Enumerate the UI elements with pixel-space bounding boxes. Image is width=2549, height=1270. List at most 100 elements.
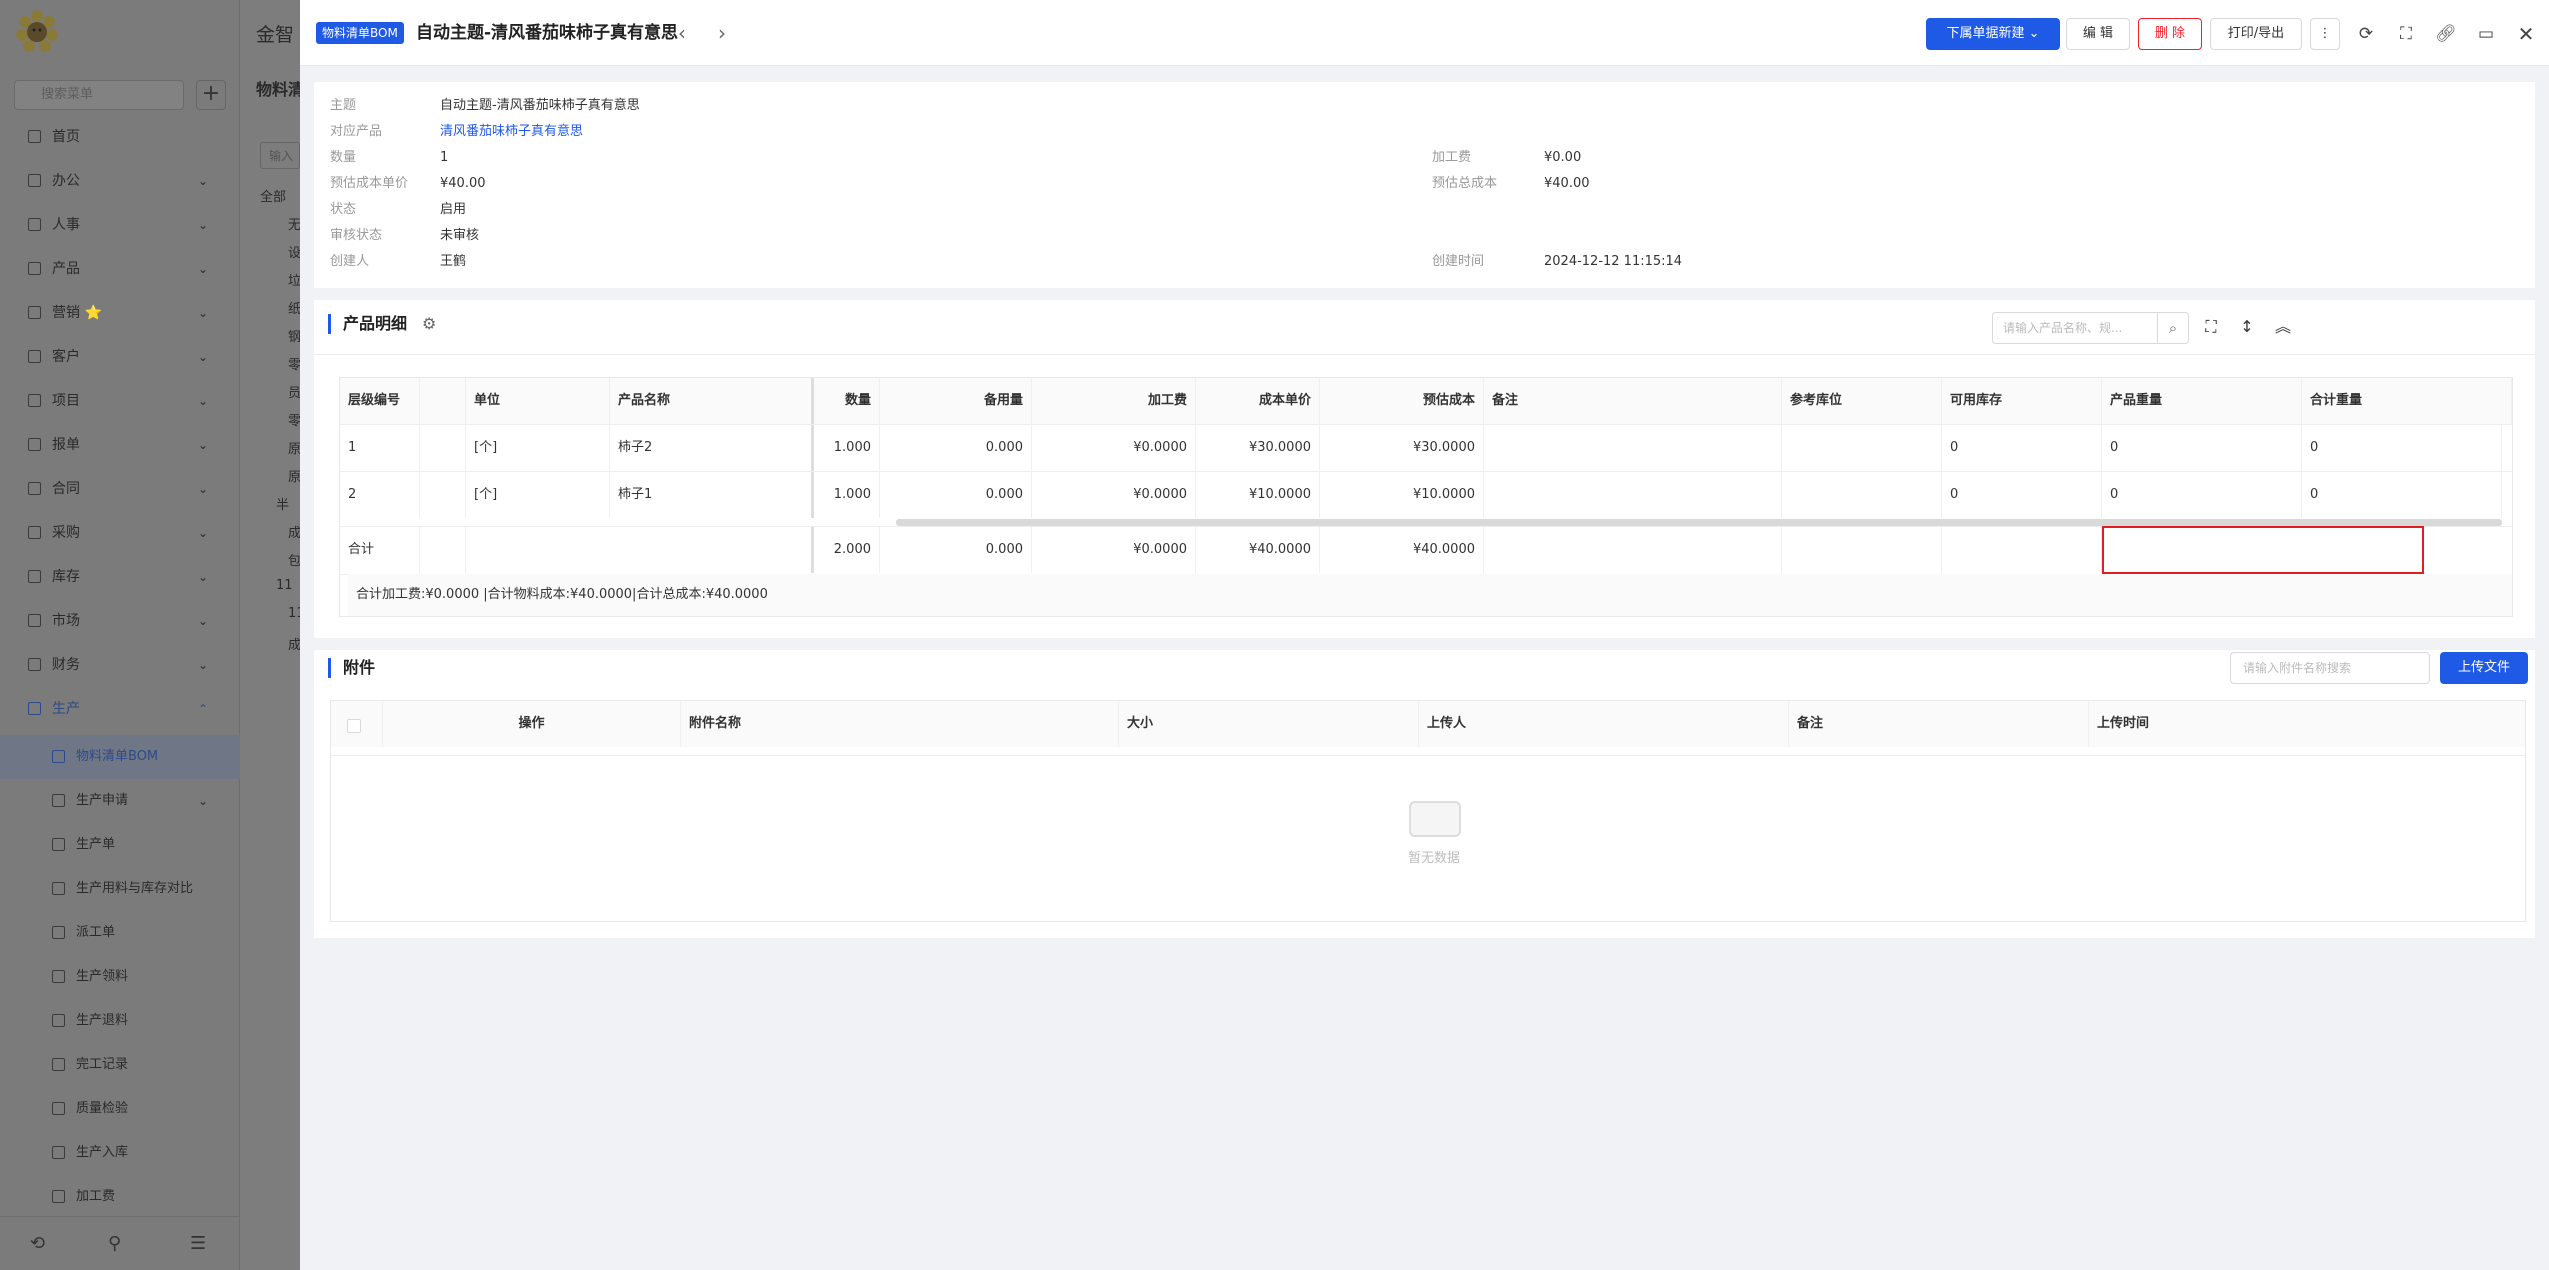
org-icon[interactable]: ⚲: [108, 1233, 121, 1254]
sidebar-subitem-order[interactable]: 生产单: [0, 823, 240, 867]
column-header[interactable]: 备注: [1789, 701, 2089, 747]
column-header[interactable]: 备用量: [880, 378, 1032, 424]
qty-cell: 1.000: [814, 472, 880, 518]
column-header[interactable]: 可用库存: [1942, 378, 2102, 424]
column-header[interactable]: 上传人: [1419, 701, 1789, 747]
chevron-down-icon: ⌄: [2028, 26, 2040, 41]
empty-state-text: 暂无数据: [1407, 851, 1460, 866]
column-header[interactable]: 产品重量: [2102, 378, 2302, 424]
request-icon: [52, 794, 65, 807]
column-header[interactable]: 大小: [1119, 701, 1419, 747]
sidebar-subitem-dispatch[interactable]: 派工单: [0, 911, 240, 955]
sidebar-item-label: 财务: [52, 657, 80, 673]
sidebar-item-label: 完工记录: [76, 1057, 129, 1072]
project-icon: [28, 394, 41, 407]
column-header[interactable]: 加工费: [1032, 378, 1196, 424]
subject-value: 自动主题-清风番茄味柿子真有意思: [440, 98, 640, 113]
sidebar-subitem-fee[interactable]: 加工费: [0, 1175, 240, 1219]
sidebar-item-inventory[interactable]: 库存 ⌄: [0, 555, 240, 599]
product-name-link[interactable]: 柿子2: [610, 425, 814, 471]
sidebar-subitem-quality[interactable]: 质量检验: [0, 1087, 240, 1131]
sidebar-subitem-return[interactable]: 生产退料: [0, 999, 240, 1043]
fullscreen-icon[interactable]: ⛶: [2394, 22, 2418, 46]
sidebar-item-marketing[interactable]: 营销 ⭐ ⌄: [0, 291, 240, 335]
sidebar-subitem-request[interactable]: 生产申请 ⌄: [0, 779, 240, 823]
inventory-icon: [28, 570, 41, 583]
sidebar-item-product[interactable]: 产品 ⌄: [0, 247, 240, 291]
product-name-link[interactable]: 柿子1: [610, 472, 814, 518]
previous-record-icon[interactable]: ‹: [678, 20, 686, 46]
next-record-icon[interactable]: ›: [718, 20, 726, 46]
sidebar-add-button[interactable]: +: [196, 80, 226, 110]
collapse-up-icon[interactable]: ︽: [2270, 314, 2296, 340]
sidebar-search-input[interactable]: 搜索菜单: [14, 80, 184, 110]
status-label: 状态: [330, 202, 357, 217]
close-icon[interactable]: ✕: [2514, 22, 2538, 46]
total-weight-cell: 0: [2302, 425, 2502, 471]
select-all-checkbox[interactable]: [347, 719, 361, 733]
edit-button[interactable]: 编 辑: [2066, 18, 2130, 50]
column-header[interactable]: 成本单价: [1196, 378, 1320, 424]
upload-file-button[interactable]: 上传文件: [2440, 652, 2528, 684]
column-header[interactable]: 操作: [383, 701, 681, 747]
print-export-button[interactable]: 打印/导出: [2210, 18, 2302, 50]
horizontal-scrollbar[interactable]: [896, 519, 2502, 526]
column-header[interactable]: 上传时间: [2089, 701, 2525, 747]
column-header[interactable]: 数量: [814, 378, 880, 424]
sidebar-item-contract[interactable]: 合同 ⌄: [0, 467, 240, 511]
column-header[interactable]: 合计重量: [2302, 378, 2512, 424]
sidebar-item-label: 生产入库: [76, 1145, 129, 1160]
column-header[interactable]: 层级编号: [340, 378, 420, 424]
search-icon[interactable]: ⌕: [2157, 312, 2189, 344]
cost-cell: ¥30.0000: [1320, 425, 1484, 471]
sidebar-item-label: 生产单: [76, 837, 116, 852]
column-header[interactable]: 预估成本: [1320, 378, 1484, 424]
collapse-menu-icon[interactable]: ☰: [190, 1233, 206, 1254]
creator-value: 王鹤: [440, 254, 467, 269]
column-header: [420, 378, 466, 424]
product-link[interactable]: 清风番茄味柿子真有意思: [440, 122, 583, 142]
column-header[interactable]: 产品名称: [610, 378, 814, 424]
sidebar-subitem-stockin[interactable]: 生产入库: [0, 1131, 240, 1175]
sidebar-subitem-pick[interactable]: 生产领料: [0, 955, 240, 999]
refresh-icon[interactable]: ⟳: [2354, 22, 2378, 46]
sidebar-item-finance[interactable]: 财务 ⌄: [0, 643, 240, 687]
subject-label: 主题: [330, 98, 357, 113]
history-icon[interactable]: ⟲: [30, 1233, 45, 1254]
row-height-icon[interactable]: ↕: [2234, 314, 2260, 340]
sidebar-subitem-bom[interactable]: 物料清单BOM: [0, 735, 240, 779]
product-search-input[interactable]: 请输入产品名称、规...: [1992, 312, 2158, 344]
sidebar-item-customer[interactable]: 客户 ⌄: [0, 335, 240, 379]
delete-button[interactable]: 删 除: [2138, 18, 2202, 50]
sidebar-item-market[interactable]: 市场 ⌄: [0, 599, 240, 643]
sidebar-subitem-compare[interactable]: 生产用料与库存对比: [0, 867, 240, 911]
total-fee-cell: ¥0.0000: [1032, 527, 1196, 573]
column-header[interactable]: 参考库位: [1782, 378, 1942, 424]
sidebar-item-home[interactable]: 首页: [0, 115, 240, 159]
sidebar-item-hr[interactable]: 人事 ⌄: [0, 203, 240, 247]
sidebar-item-office[interactable]: 办公 ⌄: [0, 159, 240, 203]
sidebar-item-label: 产品: [52, 261, 80, 277]
column-header[interactable]: 附件名称: [681, 701, 1119, 747]
attachment-search-input[interactable]: 请输入附件名称搜索: [2230, 652, 2430, 684]
sidebar-item-project[interactable]: 项目 ⌄: [0, 379, 240, 423]
sidebar-item-report[interactable]: 报单 ⌄: [0, 423, 240, 467]
link-icon[interactable]: 🔗︎: [2434, 22, 2458, 46]
panel-mode-icon[interactable]: ▭: [2474, 22, 2498, 46]
sidebar-item-purchase[interactable]: 采购 ⌄: [0, 511, 240, 555]
finance-icon: [28, 658, 41, 671]
process-fee-value: ¥0.00: [1544, 150, 1582, 165]
behind-page-title: 物料清: [256, 80, 305, 99]
gear-icon[interactable]: ⚙: [422, 314, 436, 334]
sidebar-item-production[interactable]: 生产 ⌃: [0, 687, 240, 731]
fullscreen-icon[interactable]: ⛶: [2198, 314, 2224, 340]
more-actions-button[interactable]: ⋮: [2310, 18, 2340, 50]
sidebar-subitem-complete[interactable]: 完工记录: [0, 1043, 240, 1087]
new-subordinate-button[interactable]: 下属单据新建 ⌄: [1926, 18, 2060, 50]
chevron-down-icon: ⌄: [197, 482, 208, 496]
column-header[interactable]: 备注: [1484, 378, 1782, 424]
sidebar-item-label: 物料清单BOM: [76, 749, 159, 764]
sidebar-item-label: 首页: [52, 129, 80, 145]
column-header[interactable]: 单位: [466, 378, 610, 424]
market-icon: [28, 614, 41, 627]
